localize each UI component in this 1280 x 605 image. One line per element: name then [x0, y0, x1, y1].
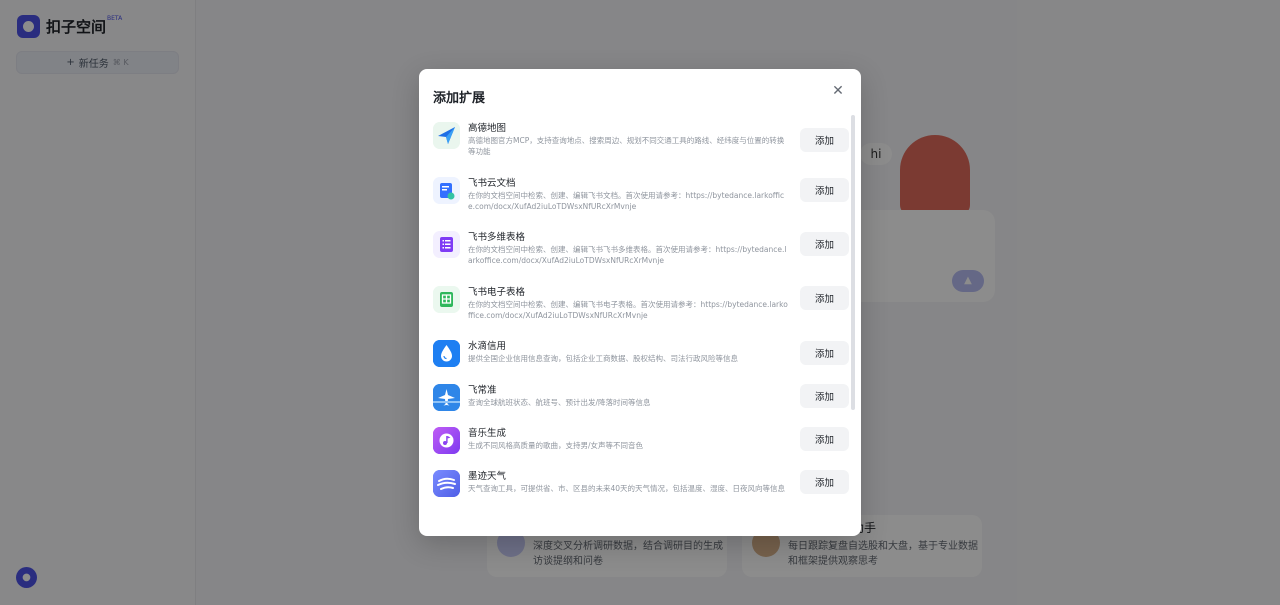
- extension-desc: 生成不同风格高质量的歌曲，支持男/女声等不同音色: [468, 441, 644, 450]
- add-button[interactable]: 添加: [800, 178, 849, 202]
- extension-name: 飞常准: [468, 385, 497, 396]
- add-button[interactable]: 添加: [800, 286, 849, 310]
- extension-name: 墨迹天气: [468, 471, 507, 482]
- extension-name: 飞书电子表格: [468, 287, 526, 298]
- feishu-doc-icon: [433, 177, 460, 204]
- close-button[interactable]: ✕: [830, 83, 846, 99]
- extension-desc: 天气查询工具，可提供省、市、区县的未来40天的天气情况，包括温度、湿度、日夜风向…: [468, 484, 786, 493]
- add-button[interactable]: 添加: [800, 384, 849, 408]
- extension-name: 飞书多维表格: [468, 232, 526, 243]
- weather-icon: [433, 470, 460, 497]
- add-button[interactable]: 添加: [800, 232, 849, 256]
- add-button[interactable]: 添加: [800, 128, 849, 152]
- amap-icon: [433, 122, 460, 149]
- add-extension-dialog: 添加扩展 ✕ 高德地图 高德地图官方MCP，支持查询地点、搜索周边、规划不同交通…: [419, 69, 861, 536]
- extension-desc: 在你的文档空间中检索、创建、编辑飞书飞书多维表格。首次使用请参考：https:/…: [468, 245, 787, 265]
- feishu-bitable-icon: [433, 231, 460, 258]
- extension-desc: 在你的文档空间中检索、创建、编辑飞书文档。首次使用请参考：https://byt…: [468, 191, 785, 211]
- close-icon: ✕: [832, 83, 844, 99]
- extension-list[interactable]: 高德地图 高德地图官方MCP，支持查询地点、搜索周边、规划不同交通工具的路线、经…: [419, 114, 851, 524]
- list-scrollbar[interactable]: [851, 115, 855, 410]
- extension-desc: 查询全球航班状态、航班号、预计出发/降落时间等信息: [468, 398, 651, 407]
- music-icon: [433, 427, 460, 454]
- extension-name: 飞书云文档: [468, 178, 516, 189]
- dialog-title: 添加扩展: [433, 91, 486, 106]
- feishu-sheet-icon: [433, 286, 460, 313]
- extension-name: 音乐生成: [468, 428, 507, 439]
- water-drop-icon: [433, 340, 460, 367]
- extension-name: 高德地图: [468, 123, 507, 134]
- extension-desc: 高德地图官方MCP，支持查询地点、搜索周边、规划不同交通工具的路线、经纬度与位置…: [468, 136, 785, 156]
- extension-name: 水滴信用: [468, 341, 507, 352]
- plane-icon: [433, 384, 460, 411]
- extension-desc: 在你的文档空间中检索、创建、编辑飞书电子表格。首次使用请参考：https://b…: [468, 300, 788, 320]
- extension-desc: 提供全国企业信用信息查询，包括企业工商数据、股权结构、司法行政风险等信息: [468, 354, 738, 363]
- add-button[interactable]: 添加: [800, 470, 849, 494]
- add-button[interactable]: 添加: [800, 427, 849, 451]
- add-button[interactable]: 添加: [800, 341, 849, 365]
